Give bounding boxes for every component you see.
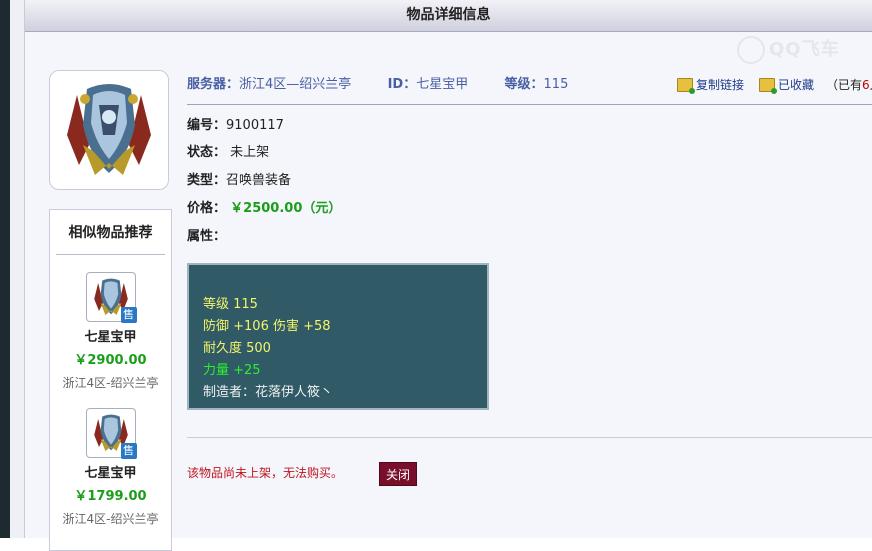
attributes-label: 属性： <box>187 229 227 244</box>
item-image <box>49 70 169 190</box>
server-label: 服务器： <box>187 77 240 92</box>
number-field: 编号：9100117 <box>187 116 284 136</box>
sale-badge-icon: 售 <box>120 307 137 323</box>
favorite-label[interactable]: 已收藏 <box>778 76 814 93</box>
attributes-box: 等级 115 防御 +106 伤害 +58 耐久度 500 力量 +25 制造者… <box>187 263 489 410</box>
attributes-field: 属性： <box>187 227 226 247</box>
info-divider <box>187 104 872 105</box>
fav-count-number: 6 <box>862 78 870 92</box>
favorite-count: （已有6人 <box>826 76 872 93</box>
level-value: 115 <box>543 77 569 92</box>
number-value: 9100117 <box>226 118 284 133</box>
similar-item-name[interactable]: 七星宝甲 <box>50 326 171 345</box>
similar-item-price: ￥1799.00 <box>74 489 147 504</box>
similar-item-name[interactable]: 七星宝甲 <box>50 462 171 481</box>
page-title: 物品详细信息 <box>25 0 872 32</box>
attr-level: 等级 115 <box>203 297 258 312</box>
number-label: 编号： <box>187 118 227 133</box>
watermark-text: QQ飞车 <box>769 39 840 60</box>
attr-maker: 制造者：花落伊人筱丶 <box>203 385 334 400</box>
server-value: 浙江4区—绍兴兰亭 <box>239 77 352 92</box>
similar-item-thumbnail[interactable]: 售 <box>85 272 137 323</box>
similar-items-title: 相似物品推荐 <box>56 210 165 255</box>
similar-item-server: 浙江4区-绍兴兰亭 <box>62 512 159 526</box>
watermark-logo-icon <box>737 36 765 64</box>
copy-link-label[interactable]: 复制链接 <box>696 76 744 93</box>
left-edge-panel <box>10 0 25 538</box>
price-label: 价格： <box>187 201 227 216</box>
similar-items-panel: 相似物品推荐 售 七星宝甲 ￥2900.00 浙江4区-绍兴兰亭 售 七星宝甲 … <box>49 209 172 551</box>
sale-badge-icon: 售 <box>120 443 137 459</box>
footer-divider <box>187 437 872 438</box>
similar-item-price: ￥2900.00 <box>74 353 147 368</box>
type-label: 类型： <box>187 173 227 188</box>
price-field: 价格： ￥2500.00（元） <box>187 199 341 219</box>
left-edge-strip <box>0 0 10 538</box>
close-button[interactable]: 关闭 <box>379 462 417 486</box>
purchase-notice: 该物品尚未上架，无法购买。 <box>187 466 344 480</box>
id-label: ID： <box>387 77 417 92</box>
attr-defense-damage: 防御 +106 伤害 +58 <box>203 319 331 334</box>
status-value: 未上架 <box>230 145 270 160</box>
folder-link-icon <box>677 77 695 94</box>
attr-strength: 力量 +25 <box>203 363 261 378</box>
fav-prefix: （已有 <box>826 78 863 92</box>
price-value: ￥2500.00（元） <box>230 201 342 216</box>
level-label: 等级： <box>504 77 544 92</box>
status-label: 状态： <box>187 145 227 160</box>
id-value: 七星宝甲 <box>416 77 469 92</box>
attr-durability: 耐久度 500 <box>203 341 271 356</box>
similar-item-server: 浙江4区-绍兴兰亭 <box>62 376 159 390</box>
similar-item-thumbnail[interactable]: 售 <box>85 408 137 459</box>
similar-item[interactable]: 售 七星宝甲 ￥2900.00 浙江4区-绍兴兰亭 <box>50 272 171 391</box>
favorite-button[interactable]: 已收藏 <box>759 76 814 94</box>
watermark: QQ飞车 <box>733 32 872 64</box>
folder-fav-icon <box>759 77 777 94</box>
similar-item[interactable]: 售 七星宝甲 ￥1799.00 浙江4区-绍兴兰亭 <box>50 408 171 527</box>
armor-icon <box>67 84 151 175</box>
status-field: 状态： 未上架 <box>187 143 269 163</box>
copy-link-button[interactable]: 复制链接 <box>677 76 744 94</box>
type-value: 召唤兽装备 <box>226 173 292 188</box>
type-field: 类型：召唤兽装备 <box>187 171 291 191</box>
